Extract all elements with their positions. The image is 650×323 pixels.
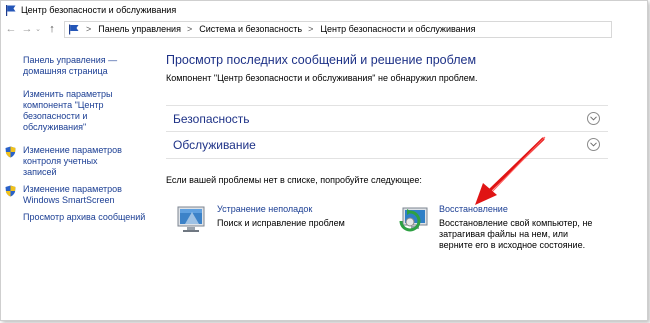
sidebar-item-home-wrap: Панель управления — домашняя страница <box>23 55 123 77</box>
section-maintenance[interactable]: Обслуживание <box>166 131 608 157</box>
tool-troubleshooting-text: Устранение неполадок Поиск и исправление… <box>217 204 345 234</box>
status-message: Компонент "Центр безопасности и обслужив… <box>166 73 478 83</box>
breadcrumb-separator: > <box>86 24 92 34</box>
shield-icon <box>5 185 16 197</box>
breadcrumb-control-panel[interactable]: Панель управления <box>98 24 181 34</box>
sidebar-item-settings-wrap: Изменить параметры компонента "Центр без… <box>23 89 123 133</box>
sidebar-item-archive[interactable]: Просмотр архива сообщений <box>23 212 153 223</box>
main-content: Просмотр последних сообщений и решение п… <box>166 53 606 83</box>
troubleshooting-link[interactable]: Устранение неполадок <box>217 204 345 215</box>
sidebar-item-uac-wrap: Изменение параметров контроля учетных за… <box>5 145 133 178</box>
page-title: Просмотр последних сообщений и решение п… <box>166 53 477 67</box>
sidebar-item-smartscreen[interactable]: Изменение параметров Windows SmartScreen <box>23 184 133 206</box>
troubleshooting-icon[interactable] <box>177 204 207 234</box>
sidebar-item-smartscreen-wrap: Изменение параметров Windows SmartScreen <box>5 184 133 206</box>
sidebar-item-uac[interactable]: Изменение параметров контроля учетных за… <box>23 145 133 178</box>
recovery-icon[interactable] <box>399 204 429 234</box>
sidebar-item-archive-wrap: Просмотр архива сообщений <box>23 212 153 223</box>
tool-recovery-text: Восстановление Восстановление свой компь… <box>439 204 599 251</box>
address-bar: ← → ⌄ ↑ > Панель управления > Система и … <box>1 19 647 39</box>
shield-icon <box>5 146 16 158</box>
flag-icon <box>69 24 79 34</box>
recovery-link[interactable]: Восстановление <box>439 204 599 215</box>
section-divider <box>166 158 608 159</box>
breadcrumb-system-security[interactable]: Система и безопасность <box>199 24 302 34</box>
troubleshooting-description: Поиск и исправление проблем <box>217 218 345 228</box>
section-security[interactable]: Безопасность <box>166 105 608 131</box>
forward-icon[interactable]: → <box>21 22 33 36</box>
sidebar-item-change-settings[interactable]: Изменить параметры компонента "Центр без… <box>23 89 123 133</box>
address-field[interactable]: > Панель управления > Система и безопасн… <box>64 20 612 38</box>
sidebar-item-home[interactable]: Панель управления — домашняя страница <box>23 55 123 77</box>
flag-icon <box>6 4 16 16</box>
sidebar: Панель управления — домашняя страница Из… <box>5 55 153 223</box>
tool-recovery: Восстановление Восстановление свой компь… <box>399 204 599 251</box>
title-bar: Центр безопасности и обслуживания <box>1 1 647 18</box>
breadcrumb-security-maintenance[interactable]: Центр безопасности и обслуживания <box>320 24 475 34</box>
up-icon[interactable]: ↑ <box>46 22 58 36</box>
recovery-description: Восстановление свой компьютер, не затраг… <box>439 218 593 250</box>
window-title: Центр безопасности и обслуживания <box>21 4 177 15</box>
history-chevron-icon[interactable]: ⌄ <box>34 22 42 36</box>
tool-troubleshooting: Устранение неполадок Поиск и исправление… <box>177 204 345 234</box>
window: Центр безопасности и обслуживания ← → ⌄ … <box>0 0 648 321</box>
chevron-down-icon[interactable] <box>587 138 600 151</box>
breadcrumb-separator: > <box>186 24 193 34</box>
suggestion-text: Если вашей проблемы нет в списке, попроб… <box>166 175 422 185</box>
section-security-label: Безопасность <box>173 111 250 126</box>
chevron-down-icon[interactable] <box>587 112 600 125</box>
section-maintenance-label: Обслуживание <box>173 137 256 152</box>
back-icon[interactable]: ← <box>5 22 17 36</box>
breadcrumb-separator: > <box>308 24 314 34</box>
